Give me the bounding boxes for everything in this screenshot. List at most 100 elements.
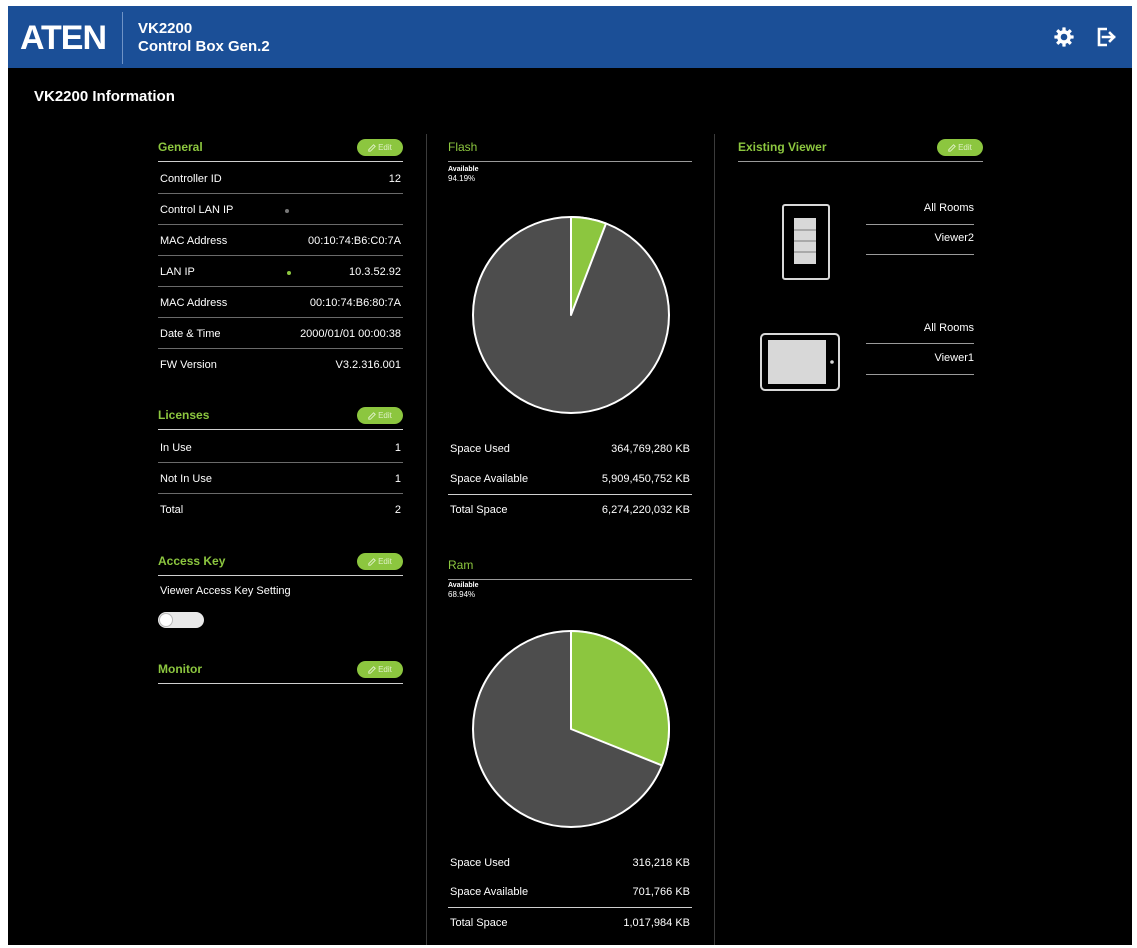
logo-text: ATEN [20,19,107,57]
edit-label: Edit [378,143,392,152]
row-label: MAC Address [160,297,228,309]
row-label: MAC Address [160,235,228,247]
aten-logo: ATEN [20,19,107,57]
row-label: Total [160,504,184,516]
flash-space-available: Space Available 5,909,450,752 KB [448,464,692,494]
row-value: 364,769,280 KB [611,443,690,455]
ram-pie-chart [472,630,670,828]
flash-header: Flash [448,138,692,162]
wall-panel-icon [782,204,830,280]
access-key-title: Access Key [158,554,226,568]
row-label: FW Version [160,359,217,371]
row-value: 00:10:74:B6:80:7A [309,297,401,309]
row-value: 6,274,220,032 KB [601,504,690,516]
gear-icon [1054,27,1074,47]
row-label: Space Available [450,886,529,898]
general-row-date-time: Date & Time 2000/01/01 00:00:38 [158,319,403,349]
logout-button[interactable] [1092,23,1120,51]
status-dot [285,209,289,213]
licenses-row-in-use: In Use 1 [158,433,403,463]
flash-pie-chart [472,216,670,414]
viewer-divider [866,374,974,375]
viewer-access-key-label: Viewer Access Key Setting [160,585,291,597]
viewer1-room: All Rooms [923,322,974,334]
edit-icon [368,665,376,674]
column-divider [714,134,715,945]
edit-label: Edit [378,665,392,674]
product-name: Control Box Gen.2 [138,38,270,55]
header-divider [122,12,123,64]
licenses-edit-button[interactable]: Edit [357,407,403,424]
general-title: General [158,140,203,154]
top-bar: ATEN VK2200 Control Box Gen.2 [8,6,1132,68]
licenses-row-total: Total 2 [158,495,403,525]
page-title: VK2200 Information [34,88,175,105]
status-dot [287,271,291,275]
existing-viewer-edit-button[interactable]: Edit [937,139,983,156]
existing-viewer-header: Existing Viewer Edit [738,138,983,162]
toggle-knob [159,613,173,627]
edit-label: Edit [378,411,392,420]
general-row-control-lan-ip: Control LAN IP [158,195,403,225]
row-value: 316,218 KB [632,857,691,869]
general-row-controller-id: Controller ID 12 [158,164,403,194]
viewer-divider [866,343,974,344]
row-value: V3.2.316.001 [335,359,401,371]
viewer2-room: All Rooms [923,202,974,214]
monitor-edit-button[interactable]: Edit [357,661,403,678]
settings-button[interactable] [1050,23,1078,51]
row-label: Control LAN IP [160,204,234,216]
general-row-mac-address: MAC Address 00:10:74:B6:C0:7A [158,226,403,256]
flash-total-space: Total Space 6,274,220,032 KB [448,494,692,524]
product-title: VK2200 Control Box Gen.2 [138,20,270,56]
row-value: 1,017,984 KB [623,917,690,929]
row-value: 1 [394,442,401,454]
viewer-divider [866,224,974,225]
row-value: 5,909,450,752 KB [601,473,690,485]
general-edit-button[interactable]: Edit [357,139,403,156]
flash-available-pct: 94.19% [448,174,476,183]
ram-header: Ram [448,556,692,580]
general-row-fw-version: FW Version V3.2.316.001 [158,350,403,380]
ram-title: Ram [448,558,474,572]
edit-icon [368,411,376,420]
general-header: General Edit [158,138,403,162]
viewer1-name[interactable]: Viewer1 [866,352,974,364]
existing-viewer-title: Existing Viewer [738,140,827,154]
row-label: Total Space [450,917,508,929]
viewer-divider [866,254,974,255]
flash-available-label: Available [448,166,479,173]
ram-space-used: Space Used 316,218 KB [448,848,692,878]
row-label: Date & Time [160,328,221,340]
row-value: 2000/01/01 00:00:38 [300,328,401,340]
row-label: Total Space [450,504,508,516]
row-label: Space Available [450,473,529,485]
viewer2-name[interactable]: Viewer2 [866,232,974,244]
tablet-icon [760,333,840,391]
licenses-title: Licenses [158,408,210,422]
row-label: LAN IP [160,266,195,278]
row-value: 1 [394,473,401,485]
flash-title: Flash [448,140,478,154]
access-key-edit-button[interactable]: Edit [357,553,403,570]
viewer-device[interactable] [760,333,840,394]
viewer-access-key-toggle[interactable] [158,612,204,628]
general-row-mac-address-2: MAC Address 00:10:74:B6:80:7A [158,288,403,318]
ram-available-label: Available [448,582,479,589]
licenses-row-not-in-use: Not In Use 1 [158,464,403,494]
logout-icon [1097,27,1116,47]
product-model: VK2200 [138,20,193,37]
monitor-title: Monitor [158,662,202,676]
row-label: Space Used [450,857,510,869]
viewer-device[interactable] [782,204,830,283]
flash-space-used: Space Used 364,769,280 KB [448,434,692,464]
row-value: 2 [394,504,401,516]
ram-space-available: Space Available 701,766 KB [448,877,692,907]
monitor-header: Monitor Edit [158,660,403,684]
licenses-header: Licenses Edit [158,406,403,430]
row-label: Controller ID [160,173,222,185]
access-key-header: Access Key Edit [158,552,403,576]
edit-icon [368,557,376,566]
row-label: In Use [160,442,192,454]
row-label: Space Used [450,443,510,455]
